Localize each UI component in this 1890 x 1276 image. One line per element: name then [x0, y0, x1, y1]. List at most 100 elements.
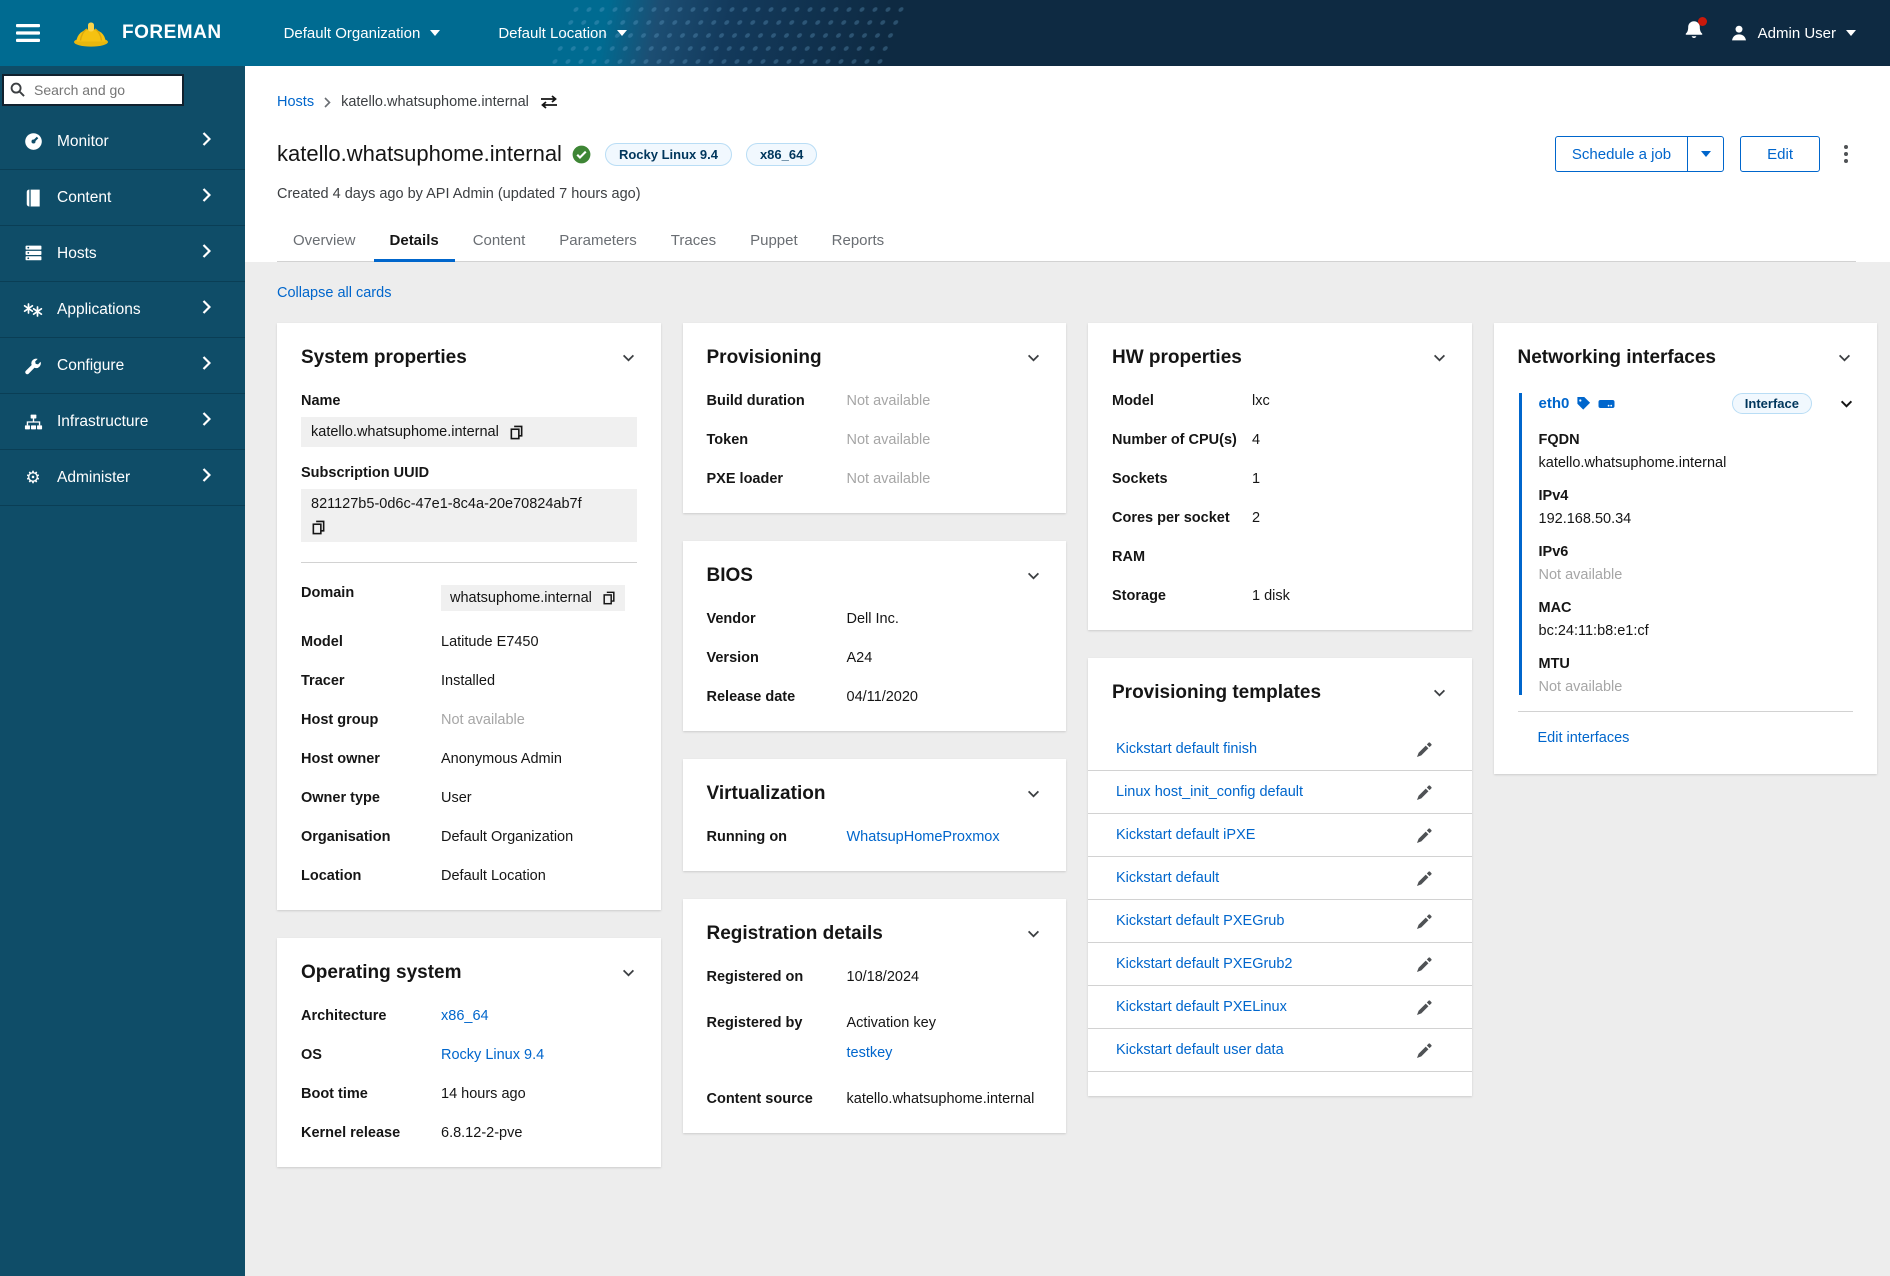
- location-selector[interactable]: Default Location: [498, 25, 627, 42]
- template-link[interactable]: Kickstart default user data: [1116, 1042, 1284, 1058]
- collapse-card-button[interactable]: [1025, 347, 1042, 369]
- tab-reports[interactable]: Reports: [816, 232, 901, 261]
- org-selector[interactable]: Default Organization: [284, 25, 441, 42]
- schedule-job-button[interactable]: Schedule a job: [1556, 137, 1687, 171]
- collapse-card-button[interactable]: [1025, 565, 1042, 587]
- interface-name-link[interactable]: eth0: [1539, 395, 1616, 412]
- running-on-link[interactable]: WhatsupHomeProxmox: [847, 829, 1000, 845]
- collapse-all-cards-link[interactable]: Collapse all cards: [277, 285, 391, 301]
- switch-host-icon[interactable]: [539, 95, 559, 109]
- chevron-down-icon: [1433, 354, 1445, 362]
- field-label: IPv4: [1538, 488, 1569, 504]
- hw-properties-card: HW properties Model lxc Number of CPU(s)…: [1088, 323, 1472, 630]
- template-link[interactable]: Kickstart default PXEGrub2: [1116, 956, 1293, 972]
- os-link[interactable]: Rocky Linux 9.4: [441, 1047, 544, 1063]
- collapse-card-button[interactable]: [1431, 682, 1448, 704]
- template-link[interactable]: Linux host_init_config default: [1116, 784, 1303, 800]
- breadcrumb-hosts-link[interactable]: Hosts: [277, 94, 314, 110]
- kebab-menu-button[interactable]: [1836, 139, 1856, 169]
- copy-button[interactable]: [509, 425, 524, 440]
- sidebar-item-administer[interactable]: ⚙ Administer: [0, 450, 245, 506]
- tab-traces[interactable]: Traces: [655, 232, 732, 261]
- gear-icon: ⚙: [25, 468, 41, 487]
- activation-key-link[interactable]: testkey: [847, 1045, 936, 1061]
- template-link[interactable]: Kickstart default: [1116, 870, 1219, 886]
- collapse-card-button[interactable]: [620, 347, 637, 369]
- collapse-card-button[interactable]: [1025, 923, 1042, 945]
- edit-template-icon[interactable]: [1416, 827, 1432, 843]
- running-on-row: Running on WhatsupHomeProxmox: [707, 829, 1043, 845]
- sidebar-item-applications[interactable]: Applications: [0, 282, 245, 338]
- user-menu[interactable]: Admin User: [1730, 24, 1856, 42]
- copy-icon: [510, 425, 523, 439]
- schedule-job-caret-button[interactable]: [1687, 137, 1723, 171]
- copy-button[interactable]: [602, 591, 616, 605]
- tab-overview[interactable]: Overview: [277, 232, 372, 261]
- field-value: bc:24:11:b8:e1:cf: [1538, 623, 1649, 639]
- edit-template-icon[interactable]: [1416, 784, 1432, 800]
- caret-down-icon: [1846, 30, 1856, 36]
- field-label: FQDN: [1538, 432, 1580, 448]
- interface-eth0: eth0 Interface FQDN katello.whatsuphome.…: [1518, 393, 1854, 695]
- fqdn-field: FQDN katello.whatsuphome.internal: [1539, 432, 1854, 471]
- edit-interfaces-link[interactable]: Edit interfaces: [1538, 730, 1630, 746]
- notifications-button[interactable]: [1684, 17, 1707, 46]
- field-label: Host owner: [301, 751, 380, 767]
- brand[interactable]: FOREMAN: [70, 18, 222, 48]
- tab-puppet[interactable]: Puppet: [734, 232, 814, 261]
- masthead: FOREMAN Default Organization Default Loc…: [0, 0, 1890, 66]
- template-link[interactable]: Kickstart default iPXE: [1116, 827, 1255, 843]
- architecture-link[interactable]: x86_64: [441, 1008, 489, 1024]
- template-link[interactable]: Kickstart default finish: [1116, 741, 1257, 757]
- collapse-card-button[interactable]: [1431, 347, 1448, 369]
- field-value: 192.168.50.34: [1538, 511, 1632, 527]
- nav-toggle-button[interactable]: [0, 23, 56, 43]
- field-label: Release date: [706, 689, 796, 705]
- chevron-down-icon: [1838, 354, 1851, 362]
- field-value: Not available: [441, 712, 525, 728]
- registered-on-row: Registered on 10/18/2024: [707, 969, 1043, 985]
- template-link[interactable]: Kickstart default PXEGrub: [1116, 913, 1284, 929]
- tab-details[interactable]: Details: [373, 232, 455, 262]
- angle-right-icon: [202, 468, 212, 482]
- tab-parameters[interactable]: Parameters: [543, 232, 653, 261]
- collapse-interface-button[interactable]: [1840, 395, 1853, 413]
- field-label: Model: [1112, 393, 1154, 409]
- status-ok-icon: [572, 145, 591, 163]
- chevron-down-icon: [622, 354, 634, 362]
- interface-badge: Interface: [1731, 393, 1812, 414]
- field-value: Not available: [846, 432, 931, 448]
- sidebar-item-infrastructure[interactable]: Infrastructure: [0, 394, 245, 450]
- boot-time-row: Boot time 14 hours ago: [301, 1086, 637, 1102]
- field-value: katello.whatsuphome.internal: [1538, 455, 1727, 471]
- chevron-down-icon: [622, 969, 634, 977]
- sidebar-item-content[interactable]: Content: [0, 170, 245, 226]
- tab-content[interactable]: Content: [457, 232, 542, 261]
- sidebar-item-hosts[interactable]: Hosts: [0, 226, 245, 282]
- edit-template-icon[interactable]: [1416, 913, 1432, 929]
- copy-button[interactable]: [311, 520, 326, 535]
- field-value: katello.whatsuphome.internal: [311, 424, 499, 440]
- networking-interfaces-card: Networking interfaces eth0 Interface FQD…: [1493, 323, 1877, 774]
- sidebar-item-monitor[interactable]: Monitor: [0, 114, 245, 170]
- sidebar-item-label: Hosts: [57, 244, 97, 262]
- edit-template-icon[interactable]: [1416, 741, 1432, 757]
- edit-template-icon[interactable]: [1416, 870, 1432, 886]
- storage-row: Storage 1 disk: [1112, 588, 1448, 604]
- edit-template-icon[interactable]: [1416, 956, 1432, 972]
- column-2: Provisioning Build duration Not availabl…: [682, 323, 1066, 1133]
- template-link[interactable]: Kickstart default PXELinux: [1116, 999, 1287, 1015]
- field-label: Number of CPU(s): [1112, 432, 1237, 448]
- sidebar-item-configure[interactable]: Configure: [0, 338, 245, 394]
- search-input[interactable]: [2, 74, 184, 106]
- edit-template-icon[interactable]: [1416, 999, 1432, 1015]
- field-label: Token: [706, 432, 749, 448]
- collapse-card-button[interactable]: [1836, 347, 1853, 369]
- collapse-card-button[interactable]: [1025, 783, 1042, 805]
- edit-template-icon[interactable]: [1416, 1042, 1432, 1058]
- field-value: Not available: [846, 393, 931, 409]
- edit-button[interactable]: Edit: [1740, 136, 1820, 172]
- field-label: Storage: [1112, 588, 1166, 604]
- host-subtitle: Created 4 days ago by API Admin (updated…: [277, 186, 641, 202]
- collapse-card-button[interactable]: [620, 962, 637, 984]
